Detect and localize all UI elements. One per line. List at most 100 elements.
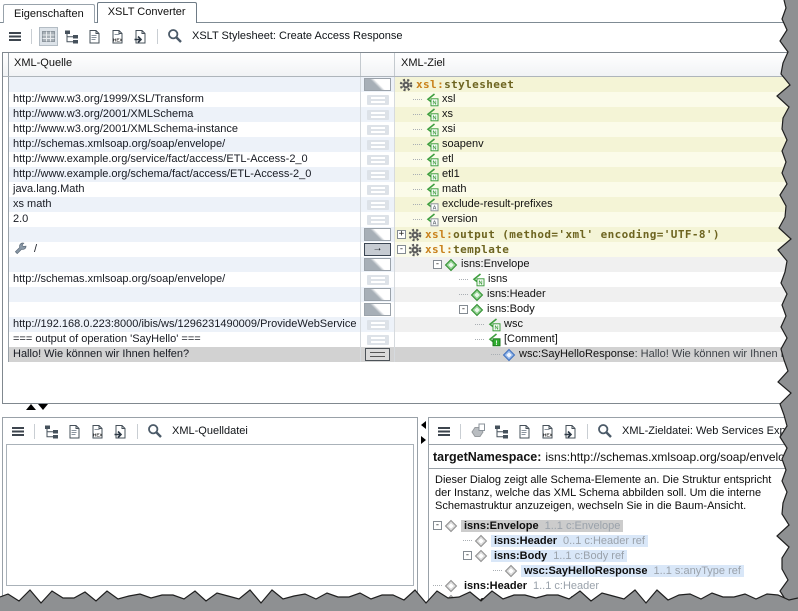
- source-cell[interactable]: 2.0: [9, 212, 361, 227]
- mapping-button[interactable]: [367, 155, 389, 165]
- schema-tree-row[interactable]: - isns:Envelope 1..1 c:Envelope: [429, 518, 798, 533]
- expander-icon[interactable]: +: [433, 596, 442, 605]
- target-column-header[interactable]: XML-Ziel: [395, 53, 798, 76]
- target-node[interactable]: -isns:Body: [395, 302, 798, 317]
- document-icon[interactable]: [515, 422, 534, 441]
- tree-view-icon[interactable]: [62, 27, 81, 46]
- source-cell[interactable]: http://www.w3.org/2001/XMLSchema: [9, 107, 361, 122]
- target-node[interactable]: -isns:Envelope: [395, 257, 798, 272]
- transform-icon[interactable]: [468, 421, 488, 441]
- schema-tree-row[interactable]: + isns:Body 1..1 c:Body: [429, 593, 798, 608]
- source-cell[interactable]: Hallo! Wie können wir Ihnen helfen?: [9, 347, 361, 362]
- hex-view-icon[interactable]: HEX: [108, 27, 127, 46]
- schema-tree-row[interactable]: isns:Header 1..1 c:Header: [429, 578, 798, 593]
- source-cell[interactable]: java.lang.Math: [9, 182, 361, 197]
- schema-tree-row[interactable]: isns:Header 0..1 c:Header ref: [429, 533, 798, 548]
- tree-view-icon[interactable]: [492, 422, 511, 441]
- source-cell[interactable]: xs math: [9, 197, 361, 212]
- mapping-button[interactable]: [367, 185, 389, 195]
- target-node[interactable]: isns:Header: [395, 287, 798, 302]
- export-document-icon[interactable]: [111, 422, 130, 441]
- schema-tree-row[interactable]: - isns:Body 1..1 c:Body ref: [429, 548, 798, 563]
- source-cell[interactable]: http://192.168.0.223:8000/ibis/ws/129623…: [9, 317, 361, 332]
- mapping-button[interactable]: [364, 303, 391, 316]
- target-node[interactable]: xsl:stylesheet: [395, 77, 798, 92]
- source-cell[interactable]: http://www.w3.org/1999/XSL/Transform: [9, 92, 361, 107]
- source-cell[interactable]: http://www.example.org/schema/fact/acces…: [9, 167, 361, 182]
- menu-icon[interactable]: [9, 422, 27, 440]
- source-cell[interactable]: http://www.example.org/service/fact/acce…: [9, 152, 361, 167]
- mapping-button[interactable]: [367, 215, 389, 225]
- hex-view-icon[interactable]: HEX: [538, 422, 557, 441]
- source-cell[interactable]: === output of operation 'SayHello' ===: [9, 332, 361, 347]
- mapping-button[interactable]: [367, 110, 389, 120]
- source-cell[interactable]: [9, 302, 361, 317]
- target-node[interactable]: -xsl:template: [395, 242, 798, 257]
- mapping-button[interactable]: [364, 258, 391, 271]
- expander-icon[interactable]: +: [397, 230, 406, 239]
- expander-icon[interactable]: -: [397, 245, 406, 254]
- target-node[interactable]: Nxsl: [395, 92, 798, 107]
- target-node[interactable]: Nwsc: [395, 317, 798, 332]
- tab-xslt-converter[interactable]: XSLT Converter: [97, 2, 197, 23]
- target-node[interactable]: Netl: [395, 152, 798, 167]
- horizontal-splitter[interactable]: [26, 404, 48, 410]
- mapping-arrow-button[interactable]: →: [364, 243, 391, 256]
- mapping-button-selected[interactable]: [365, 348, 390, 361]
- tab-eigenschaften[interactable]: Eigenschaften: [3, 4, 95, 23]
- splitter-up-icon[interactable]: [26, 404, 36, 410]
- source-cell[interactable]: [9, 77, 361, 92]
- menu-icon[interactable]: [435, 422, 453, 440]
- mapping-button[interactable]: [367, 95, 389, 105]
- source-column-header[interactable]: XML-Quelle: [9, 53, 361, 76]
- source-cell[interactable]: [9, 287, 361, 302]
- target-node[interactable]: Nxsi: [395, 122, 798, 137]
- search-icon[interactable]: [595, 421, 615, 441]
- search-icon[interactable]: [165, 26, 185, 46]
- document-icon[interactable]: [65, 422, 84, 441]
- source-cell[interactable]: http://schemas.xmlsoap.org/soap/envelope…: [9, 137, 361, 152]
- mapping-button[interactable]: [367, 125, 389, 135]
- schema-tree-row[interactable]: wsc:SayHelloResponse 1..1 s:anyType ref: [429, 563, 798, 578]
- splitter-left-icon[interactable]: [421, 421, 426, 429]
- splitter-down-icon[interactable]: [38, 404, 48, 410]
- mapping-button[interactable]: [364, 288, 391, 301]
- expander-icon[interactable]: -: [433, 521, 442, 530]
- vertical-splitter[interactable]: [418, 417, 428, 611]
- target-node[interactable]: Nxs: [395, 107, 798, 122]
- mapping-button[interactable]: [367, 170, 389, 180]
- target-node[interactable]: Aversion: [395, 212, 798, 227]
- expander-icon[interactable]: -: [433, 260, 442, 269]
- target-node[interactable]: Nisns: [395, 272, 798, 287]
- splitter-right-icon[interactable]: [421, 436, 426, 444]
- target-node[interactable]: Aexclude-result-prefixes: [395, 197, 798, 212]
- target-node[interactable]: Nmath: [395, 182, 798, 197]
- target-node[interactable]: wsc:SayHelloResponse : Hallo! Wie können…: [395, 347, 798, 362]
- search-icon[interactable]: [145, 421, 165, 441]
- export-document-icon[interactable]: [131, 27, 150, 46]
- target-node[interactable]: ![Comment]: [395, 332, 798, 347]
- source-cell[interactable]: http://schemas.xmlsoap.org/soap/envelope…: [9, 272, 361, 287]
- source-cell[interactable]: [9, 227, 361, 242]
- mapping-button[interactable]: [367, 320, 389, 330]
- target-node[interactable]: +xsl:output (method='xml' encoding='UTF-…: [395, 227, 798, 242]
- target-node[interactable]: Netl1: [395, 167, 798, 182]
- mapping-button[interactable]: [367, 140, 389, 150]
- mapping-button[interactable]: [367, 275, 389, 285]
- mapping-button[interactable]: [364, 78, 391, 91]
- document-icon[interactable]: [85, 27, 104, 46]
- target-namespace-value[interactable]: isns:http://schemas.xmlsoap.org/soap/env…: [545, 450, 798, 464]
- expander-icon[interactable]: -: [463, 551, 472, 560]
- source-cell[interactable]: http://www.w3.org/2001/XMLSchema-instanc…: [9, 122, 361, 137]
- tree-view-icon[interactable]: [42, 422, 61, 441]
- export-document-icon[interactable]: [561, 422, 580, 441]
- expander-icon[interactable]: -: [459, 305, 468, 314]
- mapping-button[interactable]: [367, 335, 389, 345]
- menu-icon[interactable]: [6, 27, 24, 45]
- source-cell[interactable]: [9, 257, 361, 272]
- target-node[interactable]: Nsoapenv: [395, 137, 798, 152]
- table-view-icon[interactable]: [39, 27, 58, 46]
- hex-view-icon[interactable]: HEX: [88, 422, 107, 441]
- mapping-button[interactable]: [364, 228, 391, 241]
- mapping-button[interactable]: [367, 200, 389, 210]
